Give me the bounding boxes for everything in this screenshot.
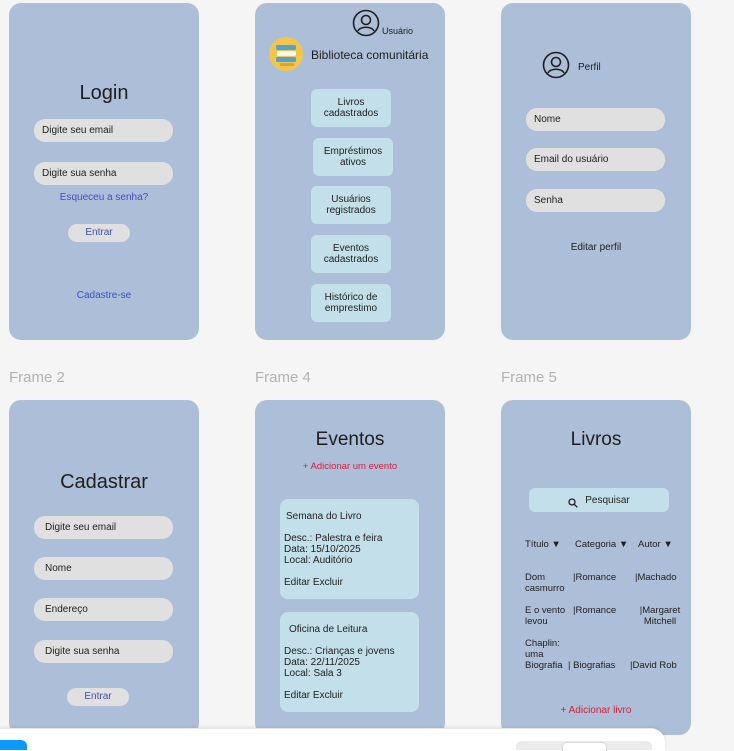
- frame-signup: Cadastrar Digite seu email Nome Endereço…: [9, 400, 199, 735]
- book-title: Dom casmurro: [525, 572, 565, 594]
- header-category[interactable]: Categoria ▼: [575, 539, 628, 550]
- event-date: Data: 22/11/2025: [284, 657, 360, 668]
- name-field[interactable]: Nome: [526, 108, 665, 131]
- book-author: |Margaret Mitchell: [639, 605, 681, 627]
- book-category: | Biografias: [568, 660, 616, 671]
- book-author: |Machado: [635, 572, 677, 583]
- frame-profile: Perfil Nome Email do usuário Senha Edita…: [501, 3, 691, 340]
- frame-4-label: Frame 4: [255, 369, 311, 386]
- menu-historico-emprestimo[interactable]: Histórico de emprestimo: [311, 284, 391, 322]
- books-logo-icon: [268, 36, 304, 77]
- login-submit-button[interactable]: Entrar: [68, 224, 130, 242]
- menu-usuarios-registrados[interactable]: Usuários registrados: [311, 186, 391, 224]
- profile-label: Perfil: [578, 62, 601, 73]
- event-card: Semana do Livro Desc.: Palestra e feira …: [280, 499, 419, 599]
- signup-title: Cadastrar: [60, 471, 148, 493]
- book-title: E o vento levou: [525, 605, 566, 627]
- add-event-link[interactable]: + Adicionar um evento: [255, 461, 445, 472]
- book-category: |Romance: [573, 572, 617, 583]
- signup-email-field[interactable]: Digite seu email: [34, 516, 173, 539]
- menu-livros-cadastrados[interactable]: Livros cadastrados: [311, 89, 391, 127]
- edit-profile-link[interactable]: Editar perfil: [501, 242, 691, 253]
- header-author[interactable]: Autor ▼: [638, 539, 673, 550]
- book-author: |David Rob: [630, 660, 677, 671]
- frame-2-label: Frame 2: [9, 369, 65, 386]
- search-bar[interactable]: Pesquisar: [529, 488, 669, 512]
- toolbar-accent-button[interactable]: [0, 740, 27, 750]
- header-title[interactable]: Título ▼: [525, 539, 561, 550]
- signup-password-field[interactable]: Digite sua senha: [34, 640, 173, 663]
- event-place: Local: Sala 3: [284, 668, 342, 679]
- frame-books: Livros Pesquisar Título ▼ Categoria ▼ Au…: [501, 400, 691, 735]
- search-label: Pesquisar: [585, 494, 630, 506]
- add-book-link[interactable]: + Adicionar livro: [501, 705, 691, 716]
- event-actions[interactable]: Editar Excluir: [284, 690, 343, 701]
- password-field[interactable]: Senha: [526, 189, 665, 212]
- event-actions[interactable]: Editar Excluir: [284, 577, 343, 588]
- books-title: Livros: [570, 429, 622, 450]
- events-title: Eventos: [315, 429, 385, 450]
- app-title: Biblioteca comunitária: [311, 48, 429, 62]
- user-icon[interactable]: [352, 9, 380, 42]
- menu-eventos-cadastrados[interactable]: Eventos cadastrados: [311, 235, 391, 273]
- book-category: |Romance: [573, 605, 617, 616]
- event-name: Semana do Livro: [286, 511, 362, 522]
- frame-events: Eventos + Adicionar um evento Semana do …: [255, 400, 445, 735]
- menu-emprestimos-ativos[interactable]: Empréstimos ativos: [313, 138, 393, 176]
- frame-home: Usuário Biblioteca comunitária Livros ca…: [255, 3, 445, 340]
- event-place: Local: Auditório: [284, 555, 353, 566]
- profile-icon: [542, 51, 570, 84]
- event-desc: Desc.: Crianças e jovens: [284, 646, 395, 657]
- signup-name-field[interactable]: Nome: [34, 557, 173, 580]
- password-field[interactable]: Digite sua senha: [34, 162, 173, 185]
- frame-login: Login Digite seu email Digite sua senha …: [9, 3, 199, 340]
- event-name: Oficina de Leitura: [289, 624, 368, 635]
- user-label: Usuário: [382, 26, 414, 36]
- login-title: Login: [79, 82, 129, 104]
- book-title: Chaplin: uma Biografia: [525, 638, 563, 671]
- event-date: Data: 15/10/2025: [284, 544, 361, 555]
- event-card: Oficina de Leitura Desc.: Crianças e jov…: [280, 612, 419, 712]
- email-field[interactable]: Digite seu email: [34, 119, 173, 142]
- frame-5-label: Frame 5: [501, 369, 557, 386]
- user-email-field[interactable]: Email do usuário: [526, 148, 665, 171]
- signup-submit-button[interactable]: Entrar: [67, 688, 129, 706]
- search-icon: [568, 495, 579, 508]
- event-desc: Desc.: Palestra e feira: [284, 533, 383, 544]
- signup-link[interactable]: Cadastre-se: [9, 290, 199, 301]
- forgot-password-link[interactable]: Esqueceu a senha?: [9, 192, 199, 203]
- signup-address-field[interactable]: Endereço: [34, 598, 173, 621]
